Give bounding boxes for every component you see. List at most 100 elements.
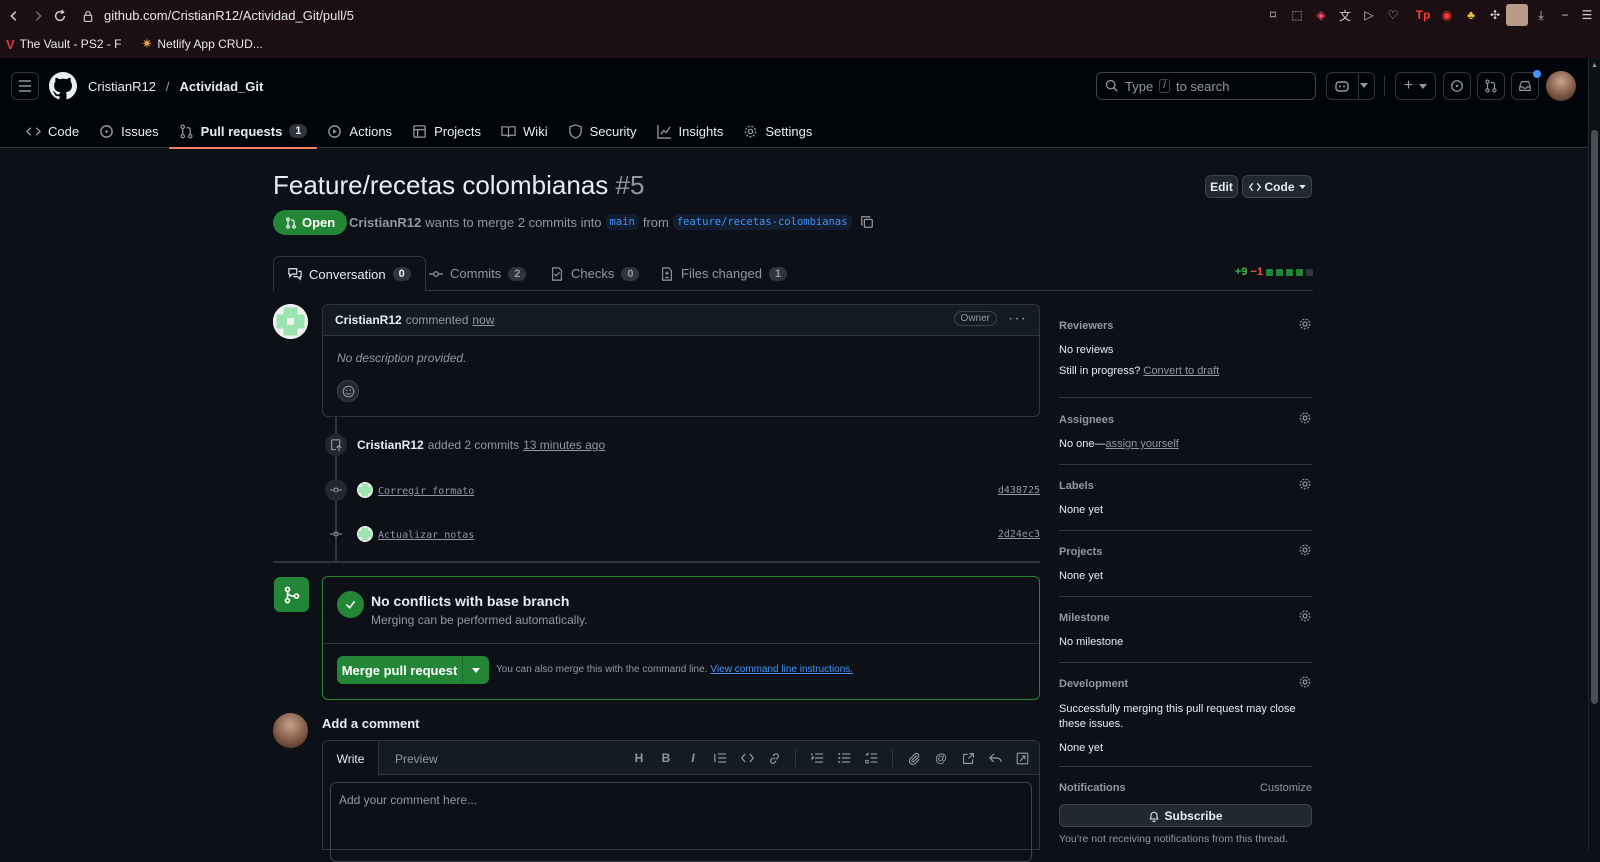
tab-actions[interactable]: Actions xyxy=(317,114,402,148)
pr-author-link[interactable]: CristianR12 xyxy=(349,215,421,230)
hamburger-menu-button[interactable] xyxy=(11,72,39,100)
gear-icon[interactable] xyxy=(1298,477,1312,491)
assign-yourself-link[interactable]: assign yourself xyxy=(1105,438,1178,450)
commits-event-timestamp[interactable]: 13 minutes ago xyxy=(523,438,605,452)
download-icon[interactable]: ⤓ xyxy=(1532,6,1550,24)
gear-icon[interactable] xyxy=(1298,411,1312,425)
translate-icon[interactable]: 文 xyxy=(1336,6,1354,24)
commit-sha-link[interactable]: d438725 xyxy=(998,485,1040,496)
base-branch-label[interactable]: main xyxy=(605,214,639,230)
task-list-icon[interactable] xyxy=(861,748,881,768)
user-avatar[interactable] xyxy=(1546,71,1576,101)
extension-icon[interactable]: ♣ xyxy=(1462,6,1480,24)
kebab-menu-icon[interactable]: ··· xyxy=(1008,310,1027,328)
comment-timestamp[interactable]: now xyxy=(472,313,494,327)
unordered-list-icon[interactable] xyxy=(834,748,854,768)
tab-wiki[interactable]: Wiki xyxy=(491,114,558,148)
reference-icon[interactable] xyxy=(958,748,978,768)
tab-code[interactable]: Code xyxy=(16,114,89,148)
gear-icon[interactable] xyxy=(1298,609,1312,623)
ordered-list-icon[interactable] xyxy=(807,748,827,768)
minimize-icon[interactable]: − xyxy=(1556,6,1574,24)
heading-icon[interactable]: H xyxy=(629,748,649,768)
tp-extension-icon[interactable]: Tp xyxy=(1414,6,1432,24)
link-icon[interactable] xyxy=(764,748,784,768)
italic-icon[interactable]: I xyxy=(683,748,703,768)
edit-title-button[interactable]: Edit xyxy=(1205,175,1238,198)
bookmark-icon[interactable]: ⌑ xyxy=(1264,6,1282,24)
scrollbar-thumb[interactable] xyxy=(1591,130,1598,704)
comment-textarea[interactable]: Add your comment here... xyxy=(330,782,1032,862)
tab-security[interactable]: Security xyxy=(558,114,647,148)
heart-icon[interactable]: ♡ xyxy=(1384,6,1402,24)
development-heading[interactable]: Development xyxy=(1059,678,1128,690)
search-input[interactable]: Type / to search xyxy=(1096,72,1316,100)
chevron-down-icon[interactable] xyxy=(1360,83,1368,88)
wifi-extension-icon[interactable]: ◉ xyxy=(1438,6,1456,24)
scrollbar[interactable]: ▲ xyxy=(1588,58,1600,850)
convert-to-draft-link[interactable]: Convert to draft xyxy=(1143,365,1219,377)
preview-tab[interactable]: Preview xyxy=(395,752,438,766)
assignees-heading[interactable]: Assignees xyxy=(1059,414,1114,426)
menu-icon[interactable]: ☰ xyxy=(1578,6,1596,24)
commit-author-avatar[interactable] xyxy=(357,526,373,542)
commit-author-avatar[interactable] xyxy=(357,482,373,498)
mention-icon[interactable]: @ xyxy=(931,748,951,768)
commit-author-link[interactable]: CristianR12 xyxy=(357,438,424,452)
tab-pull-requests[interactable]: Pull requests 1 xyxy=(168,114,318,149)
create-new-button[interactable]: + xyxy=(1395,72,1436,100)
tab-projects[interactable]: Projects xyxy=(402,114,491,148)
command-line-instructions-link[interactable]: View command line instructions. xyxy=(710,664,853,675)
customize-link[interactable]: Customize xyxy=(1260,782,1312,794)
quote-icon[interactable] xyxy=(710,748,730,768)
bold-icon[interactable]: B xyxy=(656,748,676,768)
bookmark-item[interactable]: V The Vault - PS2 - F xyxy=(6,37,121,52)
merge-pull-request-button[interactable]: Merge pull request xyxy=(337,656,463,684)
subscribe-button[interactable]: Subscribe xyxy=(1059,804,1312,827)
write-tab[interactable]: Write xyxy=(323,741,379,776)
scroll-up-arrow[interactable]: ▲ xyxy=(1591,62,1598,69)
projects-heading[interactable]: Projects xyxy=(1059,546,1102,558)
fullscreen-icon[interactable] xyxy=(1012,748,1032,768)
attachment-icon[interactable] xyxy=(904,748,924,768)
comment-author-link[interactable]: CristianR12 xyxy=(335,313,402,327)
tab-settings[interactable]: Settings xyxy=(733,114,822,148)
puzzle-icon[interactable]: ✣ xyxy=(1486,6,1504,24)
site-info-icon[interactable] xyxy=(76,4,100,28)
head-branch-label[interactable]: feature/recetas-colombianas xyxy=(672,214,852,230)
code-icon[interactable] xyxy=(737,748,757,768)
pocket-icon[interactable]: ◈ xyxy=(1312,6,1330,24)
code-dropdown-button[interactable]: Code xyxy=(1242,175,1312,198)
tab-checks[interactable]: Checks 0 xyxy=(536,256,653,291)
commit-message-link[interactable]: Actualizar notas xyxy=(378,530,474,541)
tab-conversation[interactable]: Conversation 0 xyxy=(273,256,426,292)
current-user-avatar[interactable] xyxy=(273,713,308,748)
reply-icon[interactable] xyxy=(985,748,1005,768)
issues-button[interactable] xyxy=(1443,72,1471,100)
tab-files-changed[interactable]: Files changed 1 xyxy=(646,256,801,291)
bookmark-item[interactable]: ✷ Netlify App CRUD... xyxy=(141,36,262,52)
url-text[interactable]: github.com/CristianR12/Actividad_Git/pul… xyxy=(104,8,354,23)
commit-message-link[interactable]: Corregir formato xyxy=(378,486,474,497)
commit-sha-link[interactable]: 2d24ec3 xyxy=(998,529,1040,540)
pull-requests-button[interactable] xyxy=(1477,72,1505,100)
back-icon[interactable] xyxy=(2,4,26,28)
merge-options-dropdown[interactable] xyxy=(463,656,489,684)
github-logo-icon[interactable] xyxy=(49,72,77,100)
tab-issues[interactable]: Issues xyxy=(89,114,169,148)
forward-icon[interactable] xyxy=(26,4,50,28)
tab-commits[interactable]: Commits 2 xyxy=(415,256,540,291)
author-avatar[interactable] xyxy=(273,304,308,339)
copy-icon[interactable] xyxy=(860,215,874,229)
play-icon[interactable]: ▷ xyxy=(1360,6,1378,24)
milestone-heading[interactable]: Milestone xyxy=(1059,612,1110,624)
repo-name-link[interactable]: Actividad_Git xyxy=(180,79,264,94)
repo-owner-link[interactable]: CristianR12 xyxy=(88,79,156,94)
screenshot-icon[interactable]: ⬚ xyxy=(1288,6,1306,24)
add-reaction-button[interactable] xyxy=(337,380,359,402)
profile-avatar[interactable] xyxy=(1506,4,1528,26)
labels-heading[interactable]: Labels xyxy=(1059,480,1094,492)
gear-icon[interactable] xyxy=(1298,675,1312,689)
reviewers-heading[interactable]: Reviewers xyxy=(1059,320,1113,332)
reload-icon[interactable] xyxy=(48,4,72,28)
